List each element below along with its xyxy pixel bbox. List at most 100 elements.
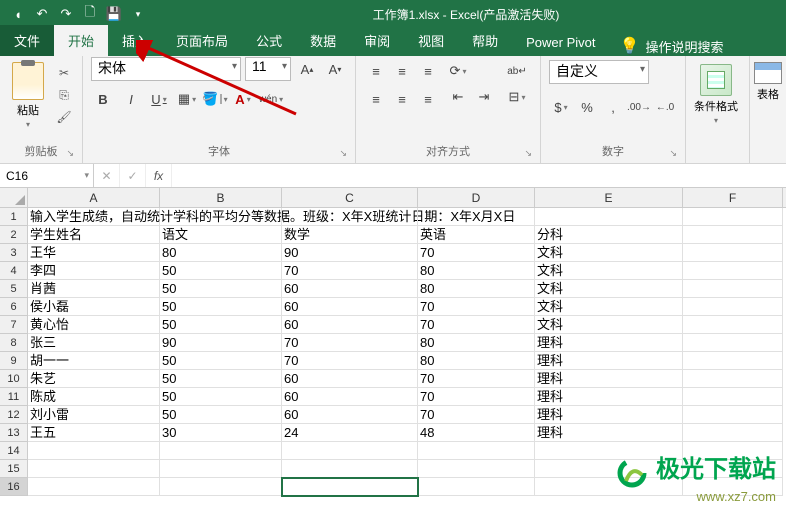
cell[interactable] [683,352,783,370]
row-header[interactable]: 10 [0,370,28,388]
bold-button[interactable]: B [91,88,115,110]
align-bottom-icon[interactable]: ≡ [416,60,440,82]
cell[interactable]: 50 [160,316,282,334]
merge-center-button[interactable]: ⊟ [502,86,532,108]
align-middle-icon[interactable]: ≡ [390,60,414,82]
cell[interactable]: 王华 [28,244,160,262]
tell-me-search[interactable]: 💡 操作说明搜索 [620,36,724,56]
cell[interactable]: 张三 [28,334,160,352]
cell[interactable] [160,478,282,496]
cell[interactable]: 60 [282,298,418,316]
cell[interactable]: 70 [418,316,535,334]
cell[interactable]: 侯小磊 [28,298,160,316]
row-header[interactable]: 13 [0,424,28,442]
cell[interactable]: 30 [160,424,282,442]
tab-help[interactable]: 帮助 [458,25,512,56]
cell[interactable]: 70 [418,244,535,262]
cell[interactable]: 60 [282,388,418,406]
cell[interactable]: 70 [282,334,418,352]
cell[interactable]: 王五 [28,424,160,442]
tab-powerpivot[interactable]: Power Pivot [512,29,609,56]
cell[interactable] [160,442,282,460]
cell[interactable]: 50 [160,262,282,280]
redo-icon[interactable]: ↷ [58,6,74,22]
tab-formulas[interactable]: 公式 [242,25,296,56]
cell[interactable] [418,460,535,478]
cell[interactable] [282,460,418,478]
cell[interactable]: 50 [160,406,282,424]
cell[interactable]: 理科 [535,352,683,370]
launcher-icon[interactable]: ↘ [669,148,677,159]
cell[interactable]: 80 [160,244,282,262]
cell[interactable]: 70 [282,352,418,370]
save-icon[interactable]: 💾 [106,6,122,22]
row-header[interactable]: 15 [0,460,28,478]
col-header[interactable]: E [535,188,683,207]
tab-data[interactable]: 数据 [296,25,350,56]
cell[interactable]: 文科 [535,244,683,262]
cell[interactable]: 数学 [282,226,418,244]
decrease-indent-icon[interactable]: ⇤ [446,86,470,108]
row-header[interactable]: 7 [0,316,28,334]
qat-customize-icon[interactable]: ▾ [130,6,146,22]
cell[interactable]: 文科 [535,298,683,316]
autosave-toggle-icon[interactable]: ◖ [10,6,26,22]
fill-color-button[interactable]: 🪣 [203,88,227,110]
comma-button[interactable]: , [601,96,625,118]
conditional-format-button[interactable]: 条件格式 ▾ [694,60,738,125]
cell[interactable]: 70 [418,406,535,424]
cell[interactable]: 学生姓名 [28,226,160,244]
cell[interactable]: 英语 [418,226,535,244]
cell[interactable] [683,388,783,406]
cut-icon[interactable]: ✂ [54,64,74,82]
cell[interactable]: 50 [160,298,282,316]
cell[interactable]: 24 [282,424,418,442]
paste-button[interactable]: 粘贴 ▾ [8,60,48,131]
cell[interactable] [418,478,535,496]
col-header[interactable]: F [683,188,783,207]
decrease-font-icon[interactable]: A▾ [323,58,347,80]
cell[interactable]: 90 [282,244,418,262]
row-header[interactable]: 11 [0,388,28,406]
cell[interactable]: 80 [418,352,535,370]
cell[interactable]: 输入学生成绩，自动统计学科的平均分等数据。班级：X年X班统计日期：X年X月X日 [28,208,160,226]
number-format-select[interactable]: 自定义 [549,60,649,84]
cell[interactable] [683,208,783,226]
cell[interactable]: 90 [160,334,282,352]
row-header[interactable]: 6 [0,298,28,316]
cell[interactable]: 分科 [535,226,683,244]
row-header[interactable]: 2 [0,226,28,244]
cell[interactable]: 刘小雷 [28,406,160,424]
cell[interactable] [683,334,783,352]
align-center-icon[interactable]: ≡ [390,88,414,110]
tab-file[interactable]: 文件 [0,25,54,56]
fx-icon[interactable]: fx [146,164,172,187]
cell[interactable]: 60 [282,316,418,334]
col-header[interactable]: B [160,188,282,207]
cell[interactable]: 文科 [535,280,683,298]
row-header[interactable]: 9 [0,352,28,370]
name-box[interactable]: C16 [0,164,94,187]
increase-font-icon[interactable]: A▴ [295,58,319,80]
launcher-icon[interactable]: ↘ [524,148,532,159]
cell[interactable]: 80 [418,280,535,298]
col-header[interactable]: C [282,188,418,207]
formula-input[interactable] [172,164,786,187]
new-doc-icon[interactable]: 🗋 [82,6,98,22]
align-top-icon[interactable]: ≡ [364,60,388,82]
row-header[interactable]: 4 [0,262,28,280]
launcher-icon[interactable]: ↘ [339,148,347,159]
cell[interactable]: 50 [160,370,282,388]
cell[interactable]: 肖茜 [28,280,160,298]
cell[interactable]: 文科 [535,316,683,334]
cell[interactable] [683,262,783,280]
tab-home[interactable]: 开始 [54,25,108,56]
cell[interactable]: 70 [418,388,535,406]
cell[interactable]: 理科 [535,388,683,406]
wrap-text-button[interactable]: ab↵ [502,60,532,82]
cell[interactable]: 胡一一 [28,352,160,370]
cell[interactable]: 70 [282,262,418,280]
cell[interactable]: 李四 [28,262,160,280]
cell[interactable] [28,460,160,478]
align-right-icon[interactable]: ≡ [416,88,440,110]
